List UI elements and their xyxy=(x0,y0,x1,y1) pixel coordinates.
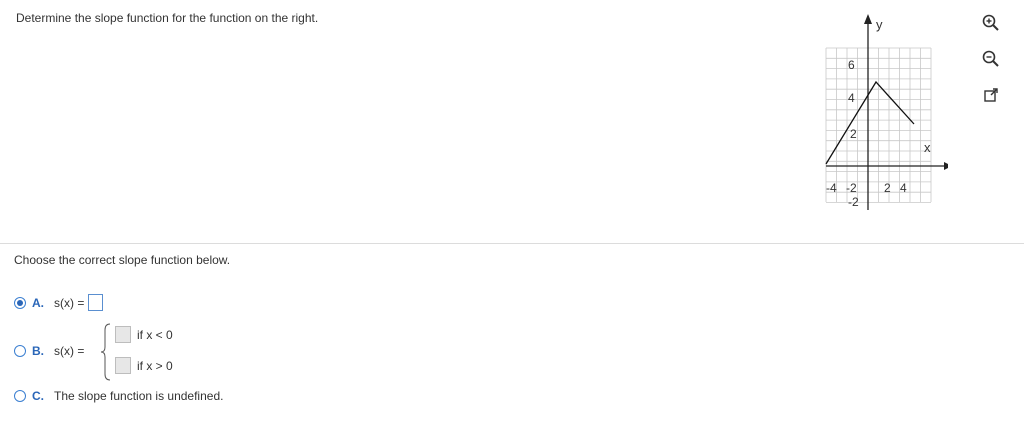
question-text: Determine the slope function for the fun… xyxy=(16,11,319,25)
option-a-text: s(x) = xyxy=(54,295,85,310)
piece-row-2: if x > 0 xyxy=(115,357,173,374)
option-a-letter: A. xyxy=(32,295,44,310)
piece-2-condition: if x > 0 xyxy=(137,358,173,373)
zoom-in-button[interactable] xyxy=(980,12,1002,34)
x-tick-label: -4 xyxy=(826,181,837,195)
function-graph: y x 6 4 2 -2 -4 -2 2 4 xyxy=(825,14,948,210)
piece-1-condition: if x < 0 xyxy=(137,327,173,342)
x-axis-label: x xyxy=(924,140,931,155)
option-b-radio[interactable] xyxy=(14,345,26,357)
option-a-radio[interactable] xyxy=(14,296,26,309)
y-tick-label: 6 xyxy=(848,58,855,72)
slope-answer-box[interactable] xyxy=(88,294,104,311)
piece-row-1: if x < 0 xyxy=(115,326,173,343)
y-tick-label: 2 xyxy=(850,127,857,141)
x-tick-label: -2 xyxy=(846,181,857,195)
popout-button[interactable] xyxy=(980,84,1002,106)
x-axis-arrow xyxy=(944,162,948,170)
option-c[interactable]: C. The slope function is undefined. xyxy=(14,389,223,403)
popout-icon xyxy=(984,88,998,102)
piece-1-answer-box[interactable] xyxy=(115,326,131,343)
piecewise-brace xyxy=(100,323,111,381)
y-tick-label: 4 xyxy=(848,91,855,105)
answer-prompt: Choose the correct slope function below. xyxy=(14,253,231,267)
y-tick-label: -2 xyxy=(848,195,859,209)
option-b[interactable]: B. s(x) = xyxy=(14,344,84,358)
option-b-text: s(x) = xyxy=(54,344,85,358)
x-tick-label: 2 xyxy=(884,181,891,195)
zoom-out-button[interactable] xyxy=(980,48,1002,70)
option-c-text: The slope function is undefined. xyxy=(54,389,224,403)
option-c-letter: C. xyxy=(32,389,44,403)
function-curve xyxy=(825,80,915,165)
option-a[interactable]: A. s(x) = xyxy=(14,294,104,311)
y-axis-arrow xyxy=(864,14,872,24)
zoom-out-icon xyxy=(982,50,999,67)
option-b-letter: B. xyxy=(32,344,44,358)
y-axis-label: y xyxy=(876,17,883,32)
zoom-in-icon xyxy=(982,14,999,31)
graph-tools xyxy=(980,12,1004,120)
x-tick-label: 4 xyxy=(900,181,907,195)
piece-2-answer-box[interactable] xyxy=(115,357,131,374)
section-divider xyxy=(0,243,1024,244)
option-c-radio[interactable] xyxy=(14,390,26,402)
